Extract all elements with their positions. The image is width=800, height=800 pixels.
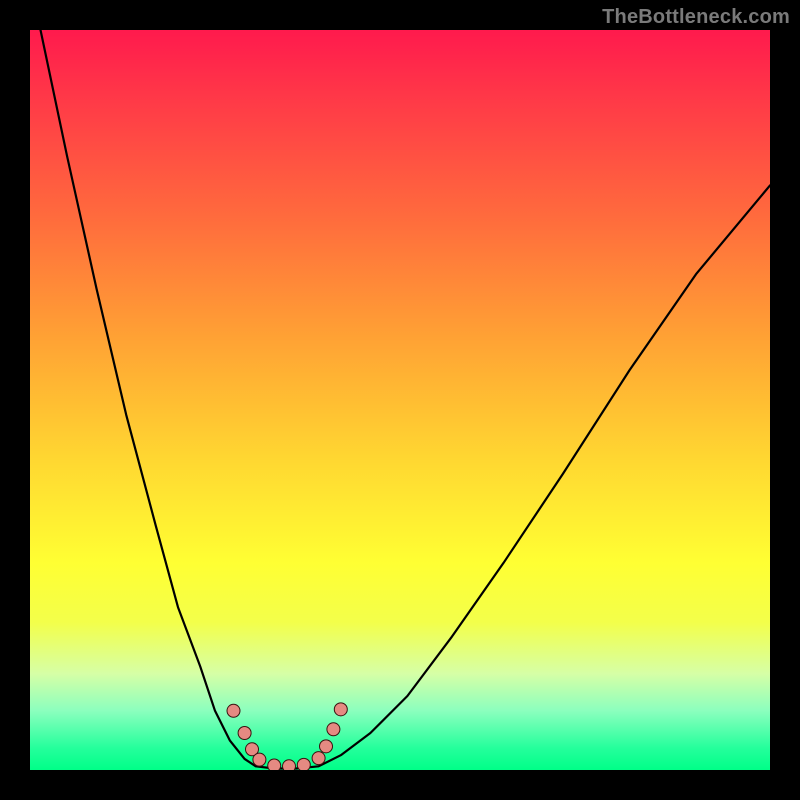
curve-marker xyxy=(327,723,340,736)
curve-marker xyxy=(320,740,333,753)
chart-frame: TheBottleneck.com xyxy=(0,0,800,800)
watermark-label: TheBottleneck.com xyxy=(602,6,790,29)
curve-marker xyxy=(283,760,296,770)
curve-marker xyxy=(297,758,310,770)
curve-marker xyxy=(268,759,281,770)
plot-area xyxy=(30,30,770,770)
curve-marker xyxy=(312,752,325,765)
bottleneck-curve xyxy=(37,30,770,769)
bottleneck-curve-path xyxy=(37,30,770,769)
curve-marker xyxy=(334,703,347,716)
curve-marker xyxy=(253,753,266,766)
curve-marker xyxy=(238,727,251,740)
curve-marker xyxy=(227,704,240,717)
chart-svg xyxy=(30,30,770,770)
